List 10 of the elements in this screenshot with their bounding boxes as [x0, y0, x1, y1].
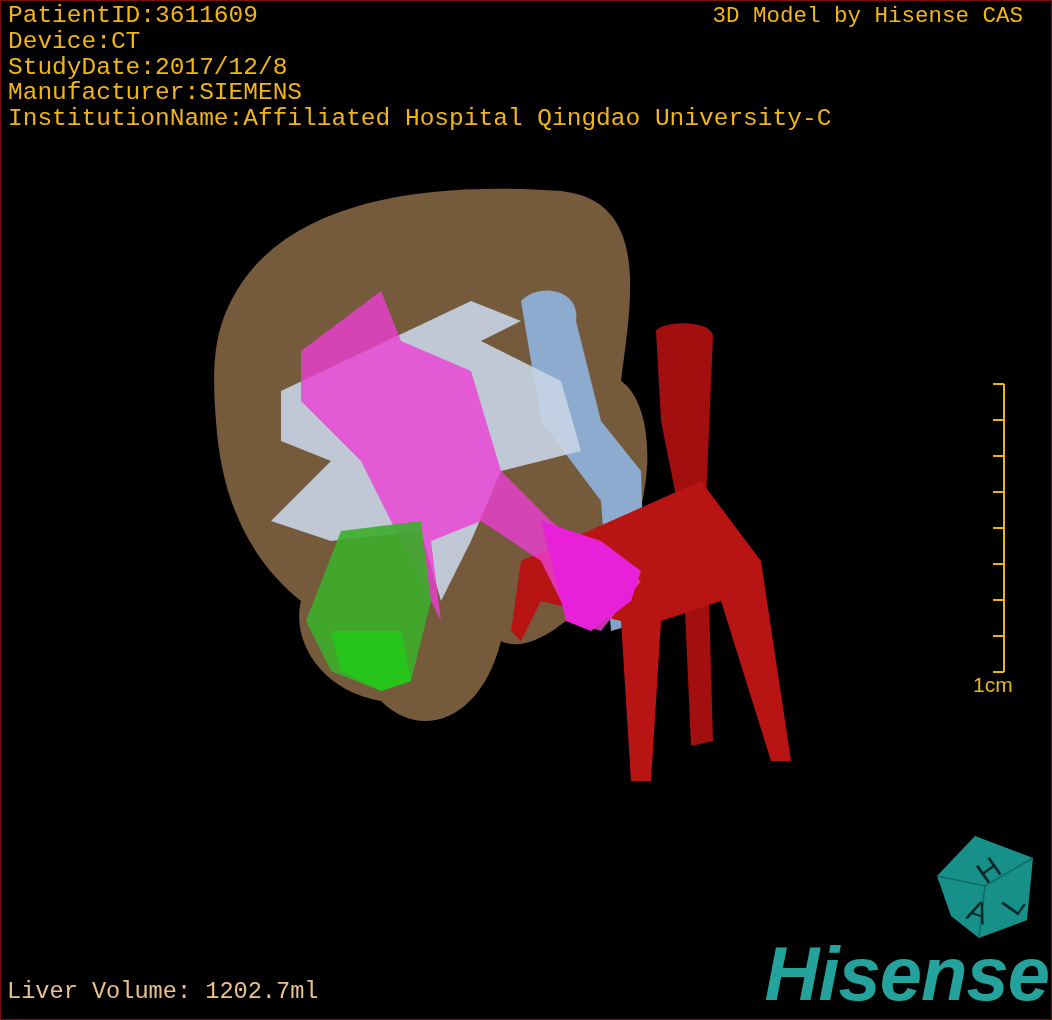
info-text: Device:CT [8, 28, 141, 55]
liver-volume: Liver Volume: 1202.7ml [7, 978, 319, 1005]
info-text: PatientID:3611609 [8, 3, 258, 29]
model-caption: 3D Model by Hisense CAS [712, 3, 1023, 29]
brand-wordmark: Hisense [764, 939, 1049, 1009]
scale-label: 1cm [973, 673, 1013, 697]
info-text: Manufacturer:SIEMENS [8, 80, 303, 107]
info-text: InstitutionName:Affiliated Hospital Qingdao University-C [8, 106, 832, 132]
info-text: StudyDate:2017/12/8 [8, 54, 288, 81]
cube-logo: H A L [935, 834, 1035, 939]
